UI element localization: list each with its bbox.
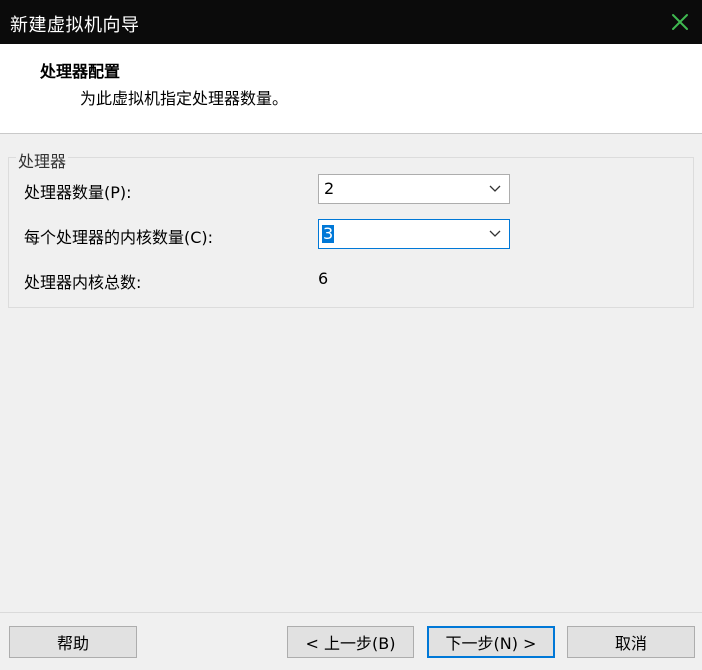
total-cores-value: 6: [318, 269, 329, 288]
back-button[interactable]: < 上一步(B): [287, 626, 414, 658]
close-button[interactable]: [658, 0, 702, 44]
next-button[interactable]: 下一步(N) >: [427, 626, 555, 658]
page-subtitle: 为此虚拟机指定处理器数量。: [80, 89, 289, 108]
wizard-header: 处理器配置 为此虚拟机指定处理器数量。: [0, 44, 702, 134]
help-button[interactable]: 帮助: [9, 626, 137, 658]
cancel-button[interactable]: 取消: [567, 626, 695, 658]
footer-divider: [0, 612, 702, 613]
total-cores-label: 处理器内核总数:: [24, 273, 142, 292]
chevron-down-icon: [489, 230, 501, 237]
processor-count-value: 2: [324, 179, 335, 198]
processor-count-label: 处理器数量(P):: [24, 183, 132, 202]
processor-count-select[interactable]: 2: [318, 174, 510, 204]
processor-group-legend: 处理器: [16, 148, 69, 172]
window-title: 新建虚拟机向导: [10, 15, 140, 36]
cores-per-processor-select[interactable]: 3: [318, 219, 510, 249]
cores-per-processor-value: 3: [322, 224, 335, 243]
page-title: 处理器配置: [40, 62, 121, 81]
chevron-down-icon: [489, 185, 501, 192]
title-bar: 新建虚拟机向导: [0, 0, 702, 44]
cores-per-processor-label: 每个处理器的内核数量(C):: [24, 228, 214, 247]
close-icon: [672, 14, 688, 30]
